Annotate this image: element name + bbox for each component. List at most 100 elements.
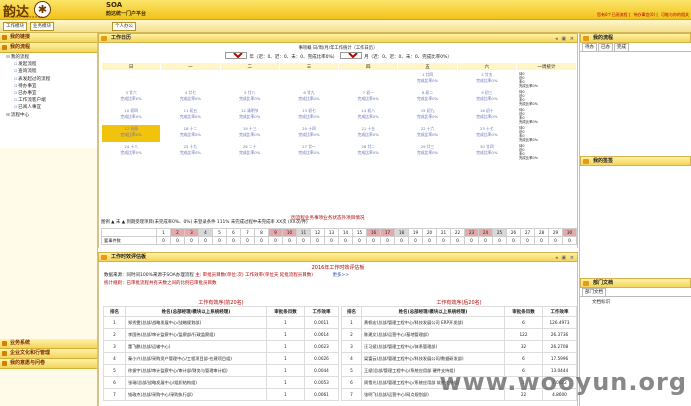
calendar-day-cell[interactable]: 15 初九 完成比率0% xyxy=(397,106,458,125)
weekday-wed: 三 xyxy=(278,62,340,71)
day-count: 0 xyxy=(212,236,227,245)
calendar-day-cell[interactable]: 2 廿五 完成比率0% xyxy=(456,70,518,89)
tree-item-done[interactable]: 已办事宜 xyxy=(6,90,97,97)
evaluation-title: 2016年工作时效评估板 xyxy=(311,265,365,271)
efficiency-cell: 17.5996 xyxy=(542,352,577,365)
top-link-read[interactable]: 您有0个已阅流程 xyxy=(597,12,628,17)
weekday-sat: 六 xyxy=(456,62,518,71)
calendar-day-cell[interactable]: 8 初二 完成比率0% xyxy=(397,88,458,107)
tree-item-todo[interactable]: 待办事宜 xyxy=(6,83,97,90)
calendar-day-cell[interactable]: 1 廿四 完成比率0% xyxy=(397,70,458,89)
flow-tree: 我的流程 发起流程 查询流程 表发起过的流程 待办事宜 已办事宜 工作流客户端 … xyxy=(0,53,97,148)
day-number: 12 xyxy=(310,228,325,237)
calendar-day-cell[interactable]: 7 初一 完成比率0% xyxy=(338,88,399,107)
calendar-day-cell[interactable]: 28 廿二 完成比率0% xyxy=(338,142,399,161)
calendar-day-cell[interactable]: 3 廿六 完成比率0% xyxy=(100,88,162,107)
calendar-day-cell[interactable]: 21 十五 完成比率0% xyxy=(338,124,399,143)
evaluation-panel-header: 工作时效评估板 ◂ ▣ × xyxy=(98,252,578,262)
panel-tools-icon[interactable]: ◂ ▣ × xyxy=(555,35,575,43)
calendar-day-status: 完成比率0% xyxy=(357,96,379,101)
tree-root[interactable]: 我的流程 xyxy=(6,54,97,61)
sidebar-section-business[interactable]: 业务系统 xyxy=(0,339,97,349)
table-row: 7 钱政杰(总部/采购中心/采购执行部) 1 0.0061 xyxy=(103,388,339,401)
rank-cell: 2 xyxy=(103,328,126,341)
sidebar-section-links[interactable]: 我的链接 xyxy=(0,33,97,43)
count-cell: 1 xyxy=(266,316,305,329)
day-number: 29 xyxy=(548,228,563,237)
tab-todo[interactable]: 待办 xyxy=(582,43,597,51)
day-number: 20 xyxy=(422,228,437,237)
calendar-day-cell[interactable]: 16 初十 完成比率0% xyxy=(456,106,518,125)
sidebar-section-flow[interactable]: 我的流程 xyxy=(0,43,97,53)
weekday-tue: 二 xyxy=(219,62,280,71)
sidebar: 我的链接 我的流程 我的流程 发起流程 查询流程 表发起过的流程 待办事宜 已办… xyxy=(0,33,98,406)
rank-cell: 1 xyxy=(341,316,362,329)
day-bar-label xyxy=(101,228,157,237)
tab-personal-office[interactable]: 个人办公 xyxy=(112,22,136,31)
evaluation-source: 数据来源：同时间100%来源于SOA办理流程 xyxy=(104,273,194,278)
sidebar-section-culture[interactable]: 企业文化和行管理 xyxy=(0,349,97,359)
calendar-day-status: 完成比率0% xyxy=(120,96,142,101)
calendar-day-cell[interactable]: 30 廿四 完成比率0% xyxy=(456,142,518,161)
tab-completed[interactable]: 完成 xyxy=(614,43,629,51)
day-count: 0 xyxy=(310,236,325,245)
panel-tools-icon[interactable]: ◂ ▣ × xyxy=(555,254,575,262)
calendar-day-cell[interactable]: 13 初七 完成比率0% xyxy=(278,106,340,125)
day-count: 0 xyxy=(464,236,479,245)
day-count: 0 xyxy=(282,236,297,245)
week-stat: 完成比率0% xyxy=(519,156,538,160)
calendar-day-cell[interactable]: 26 二十 完成比率0% xyxy=(219,142,280,161)
calendar-day-cell[interactable]: 17 谷雨 完成比率0% xyxy=(100,124,162,143)
calendar-day-cell[interactable]: 25 十九 完成比率0% xyxy=(160,142,221,161)
calendar-day-cell[interactable]: 9 初三 完成比率0% xyxy=(456,88,518,107)
day-number: 9 xyxy=(268,228,283,237)
calendar-day-cell[interactable]: 27 廿一 完成比率0% xyxy=(278,142,340,161)
calendar-day-cell[interactable]: 23 十七 完成比率0% xyxy=(456,124,518,143)
day-number: 16 xyxy=(366,228,381,237)
calendar-day-status: 完成比率0% xyxy=(416,96,439,101)
top-link-todo[interactable]: 待办事宜(0) xyxy=(633,12,655,17)
tree-item-client[interactable]: 工作流客户端 xyxy=(6,97,97,104)
day-number: 7 xyxy=(240,228,255,237)
day-count: 0 xyxy=(254,236,269,245)
tab-dept-docs[interactable]: 部门文档 xyxy=(582,288,606,296)
calendar-day-cell[interactable]: 5 廿八 完成比率0% xyxy=(219,88,280,107)
calendar-day-cell[interactable]: 29 廿三 完成比率0% xyxy=(397,142,458,161)
calendar-day-cell[interactable]: 20 十四 完成比率0% xyxy=(278,124,340,143)
tab-business-module[interactable]: 业务模块 xyxy=(30,22,54,31)
day-count: 0 xyxy=(184,236,199,245)
calendar-day-cell[interactable]: 11 初五 完成比率0% xyxy=(160,106,221,125)
calendar-day-cell[interactable]: 12 清明节 完成比率0% xyxy=(219,106,280,125)
calendar-day-status: 完成比率0% xyxy=(179,150,202,155)
calendar-day-cell[interactable]: 10 初四 完成比率0% xyxy=(100,106,162,125)
calendar-day-cell[interactable]: 19 十三 完成比率0% xyxy=(219,124,280,143)
rank-cell: 4 xyxy=(341,352,362,365)
calendar-day-cell[interactable]: 24 十八 完成比率0% xyxy=(100,142,162,161)
tree-item-started[interactable]: 表发起过的流程 xyxy=(6,76,97,83)
top-link-related[interactable]: 可能与你的相关 xyxy=(661,12,689,17)
tree-item-read[interactable]: 已阅人事宜 xyxy=(6,104,97,111)
tree-item-center[interactable]: 流程中心 xyxy=(6,112,97,119)
calendar-week-row: 3 廿六 完成比率0% 4 廿七 完成比率0% 5 廿八 完成比率0% 6 廿九 完成比率0%… xyxy=(100,88,577,107)
count-cell: 1 xyxy=(266,376,305,389)
calendar-day-cell[interactable]: 14 初八 完成比率0% xyxy=(338,106,399,125)
calendar-day-status: 完成比率0% xyxy=(357,150,379,155)
tree-item-start[interactable]: 发起流程 xyxy=(6,61,97,68)
calendar-day-cell[interactable]: 18 十二 完成比率0% xyxy=(160,124,221,143)
tree-item-query[interactable]: 查询流程 xyxy=(6,68,97,75)
year-select[interactable]: 2016 xyxy=(225,52,248,59)
evaluation-more-link[interactable]: 更多>> xyxy=(333,273,350,278)
rank-header: 排名 xyxy=(103,306,126,317)
day-number: 11 xyxy=(296,228,311,237)
my-flow-tabs: 待办 已办 完成 xyxy=(580,43,691,52)
month-select[interactable]: 4 xyxy=(339,52,362,59)
sidebar-section-survey[interactable]: 我的意愿与问卷 xyxy=(0,359,97,369)
count-header: 审批条目数 xyxy=(266,306,305,317)
day-number: 15 xyxy=(352,228,367,237)
tab-work-module[interactable]: 工作模块 xyxy=(3,22,27,31)
tab-done[interactable]: 已办 xyxy=(598,43,613,51)
calendar-day-cell[interactable]: 22 十六 完成比率0% xyxy=(397,124,458,143)
count-cell: 1 xyxy=(266,352,305,365)
calendar-day-cell[interactable]: 6 廿九 完成比率0% xyxy=(278,88,340,107)
calendar-day-cell[interactable]: 4 廿七 完成比率0% xyxy=(160,88,221,107)
